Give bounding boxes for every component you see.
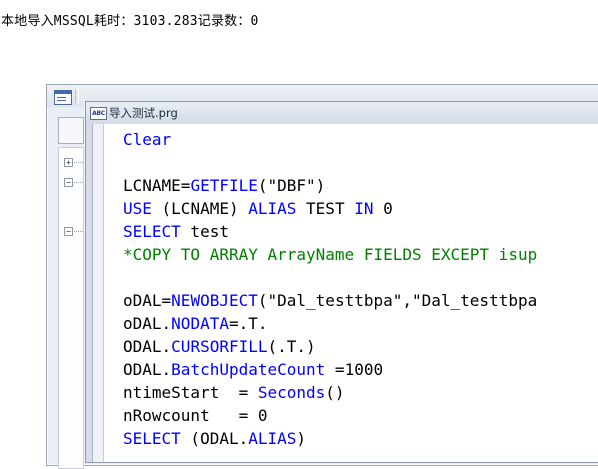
form-window-icon: [54, 90, 72, 105]
code-line[interactable]: SELECT test: [123, 220, 537, 243]
code-text[interactable]: Clear LCNAME=GETFILE("DBF") USE (LCNAME) A…: [123, 128, 537, 450]
code-keyword: SELECT: [123, 222, 181, 241]
code-line[interactable]: oDAL=NEWOBJECT("Dal_testtbpa","Dal_testt…: [123, 289, 537, 312]
tree-connector: [74, 182, 83, 184]
code-editor-area[interactable]: Clear LCNAME=GETFILE("DBF") USE (LCNAME) A…: [92, 124, 598, 462]
code-keyword: CURSORFILL: [171, 337, 268, 356]
code-token: (): [325, 383, 345, 402]
code-token: ("Dal_testtbpa","Dal_testtbpa: [257, 291, 538, 310]
tree-collapse-icon[interactable]: −: [64, 178, 73, 187]
code-token: ("DBF"): [257, 176, 326, 195]
code-token: (LCNAME): [151, 199, 249, 218]
code-token: oDAL=: [123, 291, 172, 310]
code-keyword: Clear: [123, 130, 172, 149]
code-token: ): [296, 429, 307, 448]
code-line[interactable]: Clear: [123, 128, 537, 151]
code-keyword: NEWOBJECT: [171, 291, 258, 310]
code-token: 0: [373, 199, 393, 218]
code-token: (.T.): [267, 337, 316, 356]
code-line[interactable]: ntimeStart = Seconds(): [123, 381, 537, 404]
code-keyword: Seconds: [257, 383, 326, 402]
editor-title: 导入测试.prg: [109, 106, 178, 120]
code-token: =1000: [325, 360, 384, 379]
code-keyword: GETFILE: [190, 176, 258, 195]
code-line[interactable]: [123, 266, 537, 289]
code-comment: *COPY TO ARRAY ArrayName FIELDS EXCEPT i…: [123, 245, 538, 264]
tree-connector: [74, 162, 83, 164]
code-token: ntimeStart =: [123, 383, 258, 402]
titlebar-separator: [75, 89, 79, 103]
outer-tab-button[interactable]: [58, 117, 84, 144]
tree-expand-icon[interactable]: +: [64, 158, 73, 167]
tree-connector: [74, 231, 83, 233]
code-token: TEST: [296, 199, 355, 218]
code-line[interactable]: oDAL.NODATA=.T.: [123, 312, 537, 335]
code-token: LCNAME=: [123, 176, 191, 195]
tree-panel[interactable]: + − −: [58, 147, 84, 469]
code-editor-window[interactable]: ABC 导入测试.prg Clear LCNAME=GETFILE("DBF") U…: [85, 101, 598, 463]
code-line[interactable]: ODAL.BatchUpdateCount =1000: [123, 358, 537, 381]
code-line[interactable]: ODAL.CURSORFILL(.T.): [123, 335, 537, 358]
code-keyword: USE: [123, 199, 152, 218]
code-line[interactable]: USE (LCNAME) ALIAS TEST IN 0: [123, 197, 537, 220]
code-line[interactable]: SELECT (ODAL.ALIAS): [123, 427, 537, 450]
code-keyword: NODATA: [171, 314, 229, 333]
code-token: (ODAL.: [180, 429, 249, 448]
tree-collapse-icon[interactable]: −: [64, 227, 73, 236]
code-token: test: [180, 222, 229, 241]
code-keyword: SELECT: [123, 429, 181, 448]
code-keyword: IN: [354, 199, 374, 218]
code-line[interactable]: *COPY TO ARRAY ArrayName FIELDS EXCEPT i…: [123, 243, 537, 266]
code-token: ODAL.: [123, 360, 172, 379]
code-token: =.T.: [228, 314, 268, 333]
code-token: ODAL.: [123, 337, 172, 356]
editor-gutter: [93, 124, 104, 462]
code-line[interactable]: nRowcount = 0: [123, 404, 537, 427]
code-line[interactable]: LCNAME=GETFILE("DBF"): [123, 174, 537, 197]
code-keyword: ALIAS: [248, 199, 297, 218]
editor-titlebar[interactable]: ABC 导入测试.prg: [86, 102, 598, 124]
code-token: nRowcount = 0: [123, 406, 268, 425]
status-line: 本地导入MSSQL耗时：3103.283记录数：0: [1, 14, 259, 29]
abc-file-icon: ABC: [90, 107, 107, 120]
code-keyword: ALIAS: [248, 429, 297, 448]
code-line[interactable]: [123, 151, 537, 174]
code-token: oDAL.: [123, 314, 172, 333]
code-keyword: BatchUpdateCount: [171, 360, 326, 379]
